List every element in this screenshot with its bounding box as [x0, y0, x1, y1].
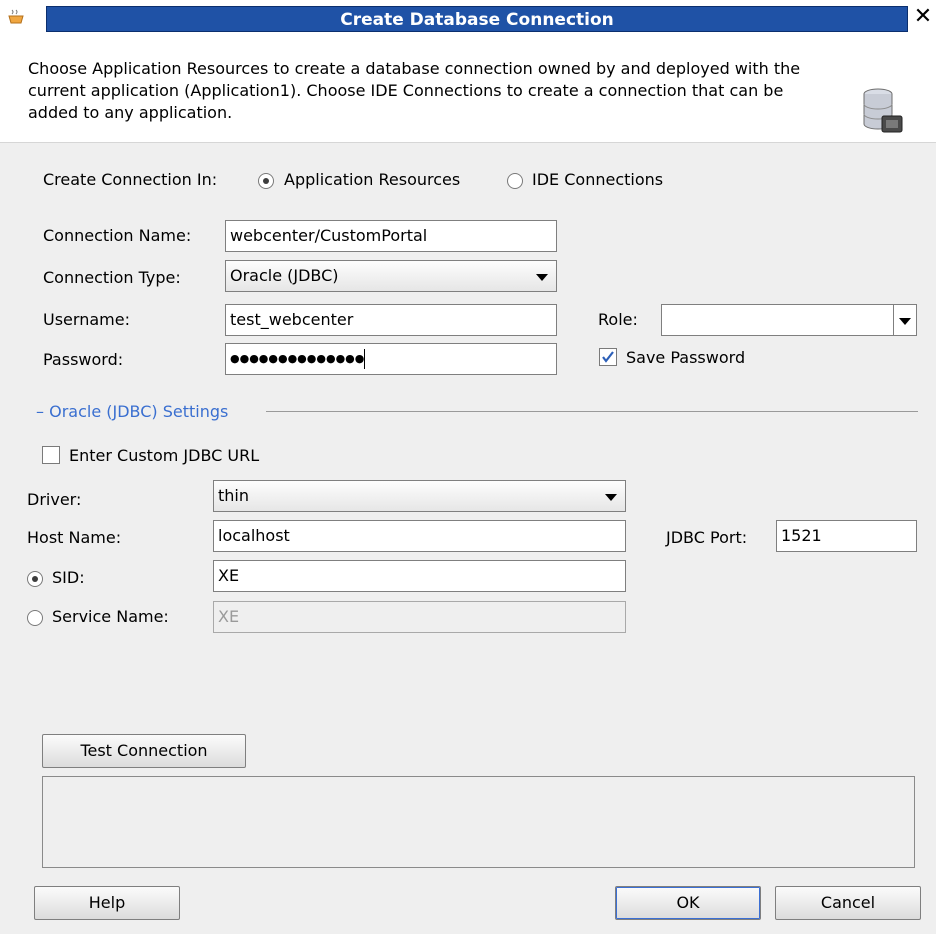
driver-value: thin [218, 486, 249, 505]
test-status-area [42, 776, 915, 868]
cancel-button[interactable]: Cancel [775, 886, 921, 920]
chevron-down-icon [536, 274, 548, 281]
dialog-header: Choose Application Resources to create a… [0, 34, 936, 143]
service-name-input: XE [213, 601, 626, 633]
chevron-down-icon [899, 318, 911, 325]
role-select[interactable] [661, 304, 917, 336]
connection-type-label: Connection Type: [43, 268, 181, 287]
radio-sid[interactable] [27, 571, 43, 587]
ok-button[interactable]: OK [615, 886, 761, 920]
jdbc-port-input[interactable]: 1521 [776, 520, 917, 552]
sid-input[interactable]: XE [213, 560, 626, 592]
save-password-label[interactable]: Save Password [626, 348, 745, 367]
host-name-input[interactable]: localhost [213, 520, 626, 552]
chevron-down-icon [605, 494, 617, 501]
connection-type-value: Oracle (JDBC) [230, 266, 339, 285]
connection-name-label: Connection Name: [43, 226, 192, 245]
section-title: – Oracle (JDBC) Settings [36, 402, 229, 421]
service-name-label[interactable]: Service Name: [52, 607, 169, 626]
checkmark-icon [602, 351, 614, 363]
close-icon[interactable]: ✕ [912, 4, 934, 30]
database-connection-icon [863, 88, 903, 133]
ide-connections-label[interactable]: IDE Connections [532, 170, 663, 189]
radio-ide-connections[interactable] [507, 173, 523, 189]
sid-label[interactable]: SID: [52, 568, 85, 587]
section-divider [266, 411, 918, 412]
password-input[interactable]: ●●●●●●●●●●●●●● [225, 343, 557, 375]
connection-name-input[interactable]: webcenter/CustomPortal [225, 220, 557, 252]
driver-select[interactable]: thin [213, 480, 626, 512]
host-name-label: Host Name: [27, 528, 122, 547]
password-label: Password: [43, 350, 124, 369]
save-password-checkbox[interactable] [599, 348, 617, 366]
text-caret [364, 349, 366, 369]
custom-jdbc-url-checkbox[interactable] [42, 446, 60, 464]
username-input[interactable]: test_webcenter [225, 304, 557, 336]
app-cup-icon [8, 9, 24, 24]
window-title-bar: Create Database Connection ✕ [0, 0, 936, 34]
section-title-text: Oracle (JDBC) Settings [49, 402, 229, 421]
driver-label: Driver: [27, 490, 82, 509]
test-connection-button[interactable]: Test Connection [42, 734, 246, 768]
username-label: Username: [43, 310, 130, 329]
radio-application-resources[interactable] [258, 173, 274, 189]
password-mask: ●●●●●●●●●●●●●● [230, 352, 365, 365]
create-connection-in-label: Create Connection In: [43, 170, 218, 189]
header-description: Choose Application Resources to create a… [28, 59, 801, 122]
radio-service-name[interactable] [27, 610, 43, 626]
role-label: Role: [598, 310, 638, 329]
role-dropdown-button[interactable] [893, 305, 916, 335]
application-resources-label[interactable]: Application Resources [284, 170, 460, 189]
window-title: Create Database Connection [46, 6, 908, 32]
custom-jdbc-url-label[interactable]: Enter Custom JDBC URL [69, 446, 259, 465]
help-button[interactable]: Help [34, 886, 180, 920]
jdbc-port-label: JDBC Port: [666, 528, 748, 547]
connection-type-select[interactable]: Oracle (JDBC) [225, 260, 557, 292]
